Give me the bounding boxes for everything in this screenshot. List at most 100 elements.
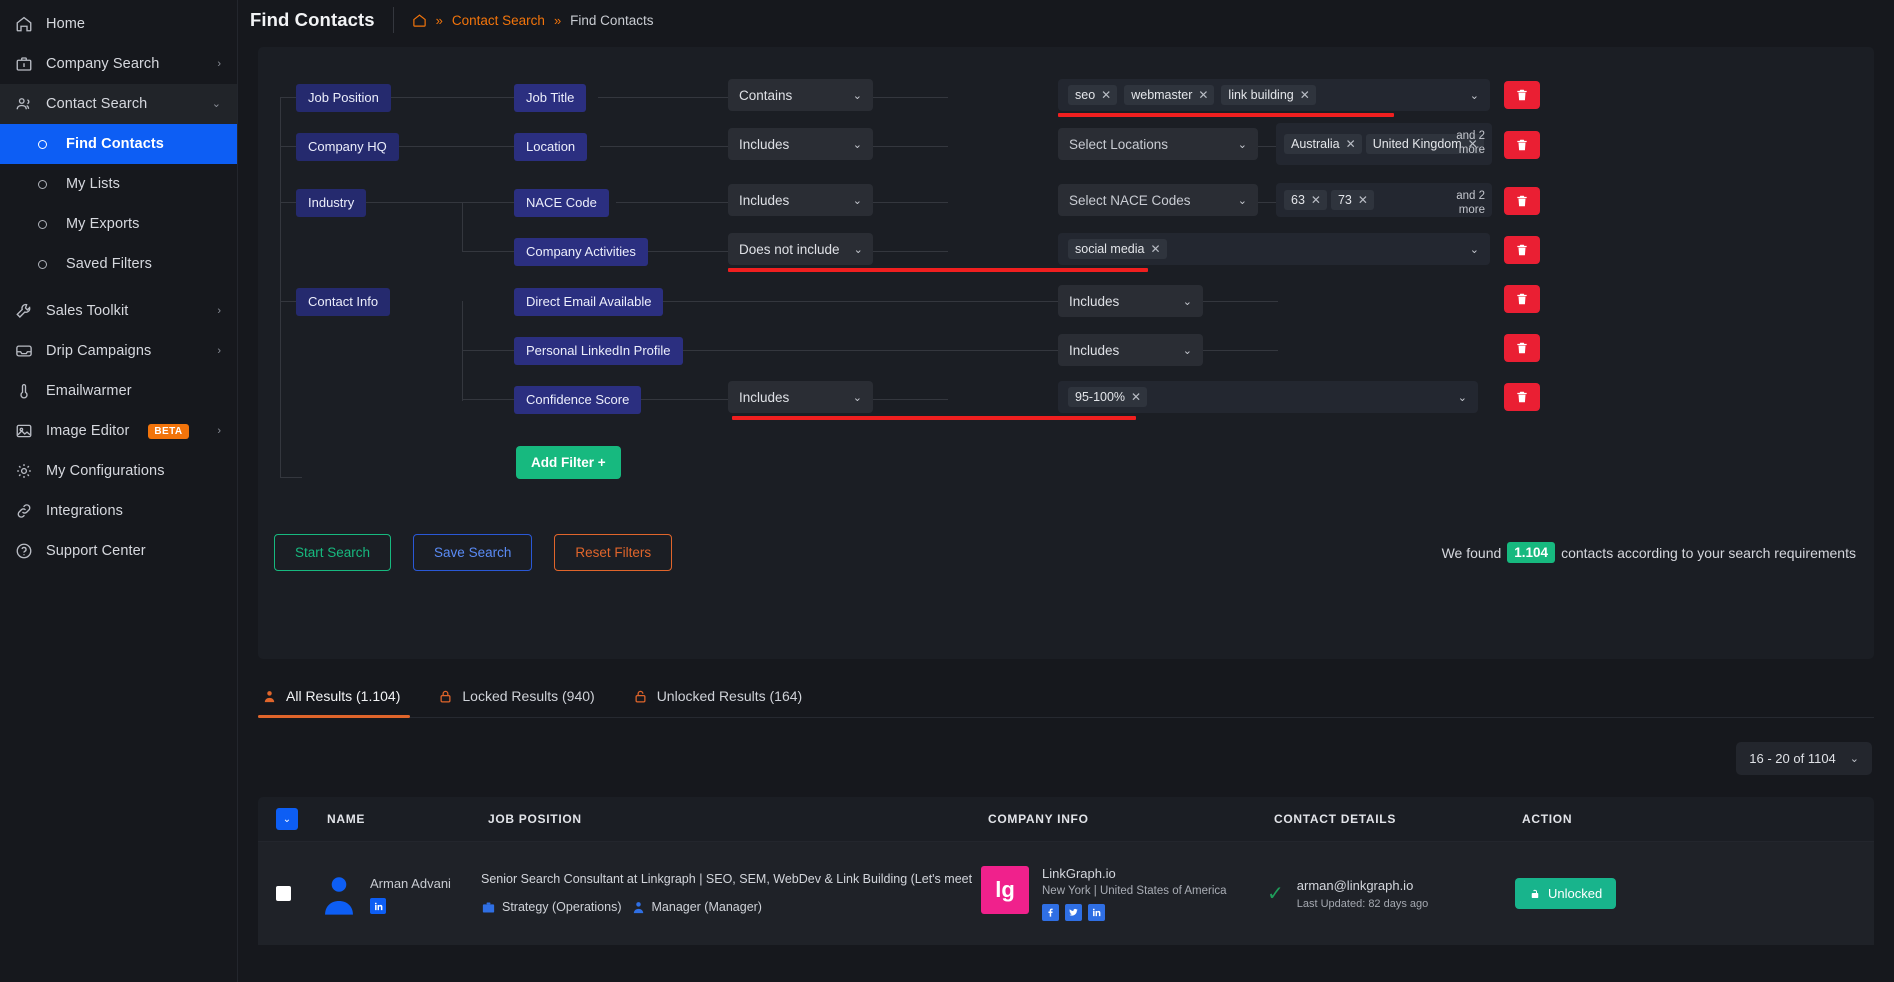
facebook-icon[interactable] [1042,904,1059,921]
chevron-down-icon[interactable]: ⌄ [1470,89,1479,102]
unlocked-status-button[interactable]: Unlocked [1515,878,1616,909]
value-chip[interactable]: seo✕ [1068,85,1117,105]
company-name[interactable]: LinkGraph.io [1042,866,1227,881]
value-input-job-title[interactable]: seo✕ webmaster✕ link building✕ ⌄ [1058,79,1490,111]
sidebar-item-saved-filters[interactable]: Saved Filters [0,244,237,284]
sidebar-item-image-editor[interactable]: Image Editor BETA › [0,411,237,451]
close-icon[interactable]: ✕ [1101,89,1111,101]
delete-filter-button-job-title[interactable] [1504,81,1540,109]
delete-filter-button-location[interactable] [1504,131,1540,159]
sidebar-item-emailwarmer[interactable]: Emailwarmer [0,371,237,411]
breadcrumb-link-contact-search[interactable]: Contact Search [452,13,545,28]
filter-group-company-hq[interactable]: Company HQ [296,130,399,164]
sidebar-item-my-lists[interactable]: My Lists [0,164,237,204]
delete-filter-button-direct-email[interactable] [1504,285,1540,313]
lock-open-icon [633,689,648,704]
linkedin-icon[interactable] [370,898,386,914]
filter-field-direct-email[interactable]: Direct Email Available [514,285,663,319]
filter-field-linkedin-profile[interactable]: Personal LinkedIn Profile [514,334,683,368]
filter-field-nace-code[interactable]: NACE Code [514,186,609,220]
selected-locations[interactable]: Australia✕ United Kingdom✕ and 2 more [1276,123,1492,165]
filter-field-location[interactable]: Location [514,130,587,164]
operator-value: Contains [739,88,792,103]
value-chip[interactable]: social media✕ [1068,239,1167,259]
link-icon [14,502,33,521]
sidebar-item-integrations[interactable]: Integrations [0,491,237,531]
delete-filter-button-confidence-score[interactable] [1504,383,1540,411]
add-filter-button[interactable]: Add Filter + [516,446,621,479]
value-chip[interactable]: 63✕ [1284,190,1327,210]
delete-filter-button-nace-code[interactable] [1504,187,1540,215]
tab-all-results[interactable]: All Results (1.104) [258,688,422,717]
dot-icon [36,135,49,154]
table-row[interactable]: Arman Advani Senior Search Consultant at… [258,841,1874,945]
value-chip[interactable]: link building✕ [1221,85,1315,105]
more-count-label[interactable]: and 2 more [1443,129,1485,158]
nace-code-select[interactable]: Select NACE Codes ⌄ [1058,184,1258,216]
operator-select-company-activities[interactable]: Does not include ⌄ [728,233,873,265]
operator-select-direct-email[interactable]: Includes ⌄ [1058,285,1203,317]
filter-group-industry[interactable]: Industry [296,186,366,220]
filter-group-job-position[interactable]: Job Position [296,81,391,115]
sidebar-item-company-search[interactable]: Company Search › [0,44,237,84]
pagination-select[interactable]: 16 - 20 of 1104 ⌄ [1736,742,1872,775]
filter-field-confidence-score[interactable]: Confidence Score [514,383,641,417]
close-icon[interactable]: ✕ [1131,391,1141,403]
sidebar-item-find-contacts[interactable]: Find Contacts [0,124,237,164]
operator-select-linkedin-profile[interactable]: Includes ⌄ [1058,334,1203,366]
trash-icon [1515,390,1529,404]
tree-connector [280,477,302,478]
chevron-down-icon[interactable]: ⌄ [1470,243,1479,256]
filter-field-job-title[interactable]: Job Title [514,81,586,115]
delete-filter-button-company-activities[interactable] [1504,236,1540,264]
sidebar-item-my-configurations[interactable]: My Configurations [0,451,237,491]
operator-select-job-title[interactable]: Contains ⌄ [728,79,873,111]
start-search-button[interactable]: Start Search [274,534,391,571]
row-checkbox[interactable] [276,886,291,901]
close-icon[interactable]: ✕ [1300,89,1310,101]
save-search-button[interactable]: Save Search [413,534,532,571]
close-icon[interactable]: ✕ [1150,243,1160,255]
home-icon[interactable] [412,13,427,28]
location-select[interactable]: Select Locations ⌄ [1058,128,1258,160]
filter-field-company-activities[interactable]: Company Activities [514,235,648,269]
close-icon[interactable]: ✕ [1198,89,1208,101]
filter-group-contact-info[interactable]: Contact Info [296,285,390,319]
contact-email[interactable]: arman@linkgraph.io [1297,878,1428,893]
seniority-label: Manager (Manager) [652,898,762,917]
results-table: ⌄ NAME JOB POSITION COMPANY INFO CONTACT… [258,797,1874,945]
selected-nace-codes[interactable]: 63✕ 73✕ and 2 more [1276,183,1492,217]
value-input-company-activities[interactable]: social media✕ ⌄ [1058,233,1490,265]
sidebar-item-contact-search[interactable]: Contact Search ⌄ [0,84,237,124]
tab-unlocked-results[interactable]: Unlocked Results (164) [629,688,825,717]
twitter-icon[interactable] [1065,904,1082,921]
value-input-confidence-score[interactable]: 95-100%✕ ⌄ [1058,381,1478,413]
chevron-down-icon[interactable]: ⌄ [1458,391,1467,404]
operator-select-confidence-score[interactable]: Includes ⌄ [728,381,873,413]
delete-filter-button-linkedin-profile[interactable] [1504,334,1540,362]
value-chip[interactable]: 95-100%✕ [1068,387,1147,407]
value-chip[interactable]: 73✕ [1331,190,1374,210]
tab-locked-results[interactable]: Locked Results (940) [434,688,616,717]
linkedin-icon[interactable] [1088,904,1105,921]
close-icon[interactable]: ✕ [1311,194,1321,206]
operator-value: Includes [739,193,789,208]
sidebar-item-sales-toolkit[interactable]: Sales Toolkit › [0,291,237,331]
value-chip[interactable]: Australia✕ [1284,134,1362,154]
more-count-label[interactable]: and 2 more [1443,189,1485,218]
sidebar-item-home[interactable]: Home [0,4,237,44]
sidebar-item-support-center[interactable]: Support Center [0,531,237,571]
operator-select-location[interactable]: Includes ⌄ [728,128,873,160]
value-chip[interactable]: webmaster✕ [1124,85,1214,105]
sidebar-item-label: Emailwarmer [46,383,132,399]
operator-select-nace-code[interactable]: Includes ⌄ [728,184,873,216]
select-all-checkbox[interactable]: ⌄ [276,808,298,830]
sidebar-item-drip-campaigns[interactable]: Drip Campaigns › [0,331,237,371]
close-icon[interactable]: ✕ [1358,194,1368,206]
reset-filters-button[interactable]: Reset Filters [554,534,672,571]
close-icon[interactable]: ✕ [1346,138,1356,150]
chevron-right-icon: › [217,306,221,317]
sidebar-item-my-exports[interactable]: My Exports [0,204,237,244]
contact-name: Arman Advani [370,873,451,895]
sidebar-item-label: Integrations [46,503,123,519]
